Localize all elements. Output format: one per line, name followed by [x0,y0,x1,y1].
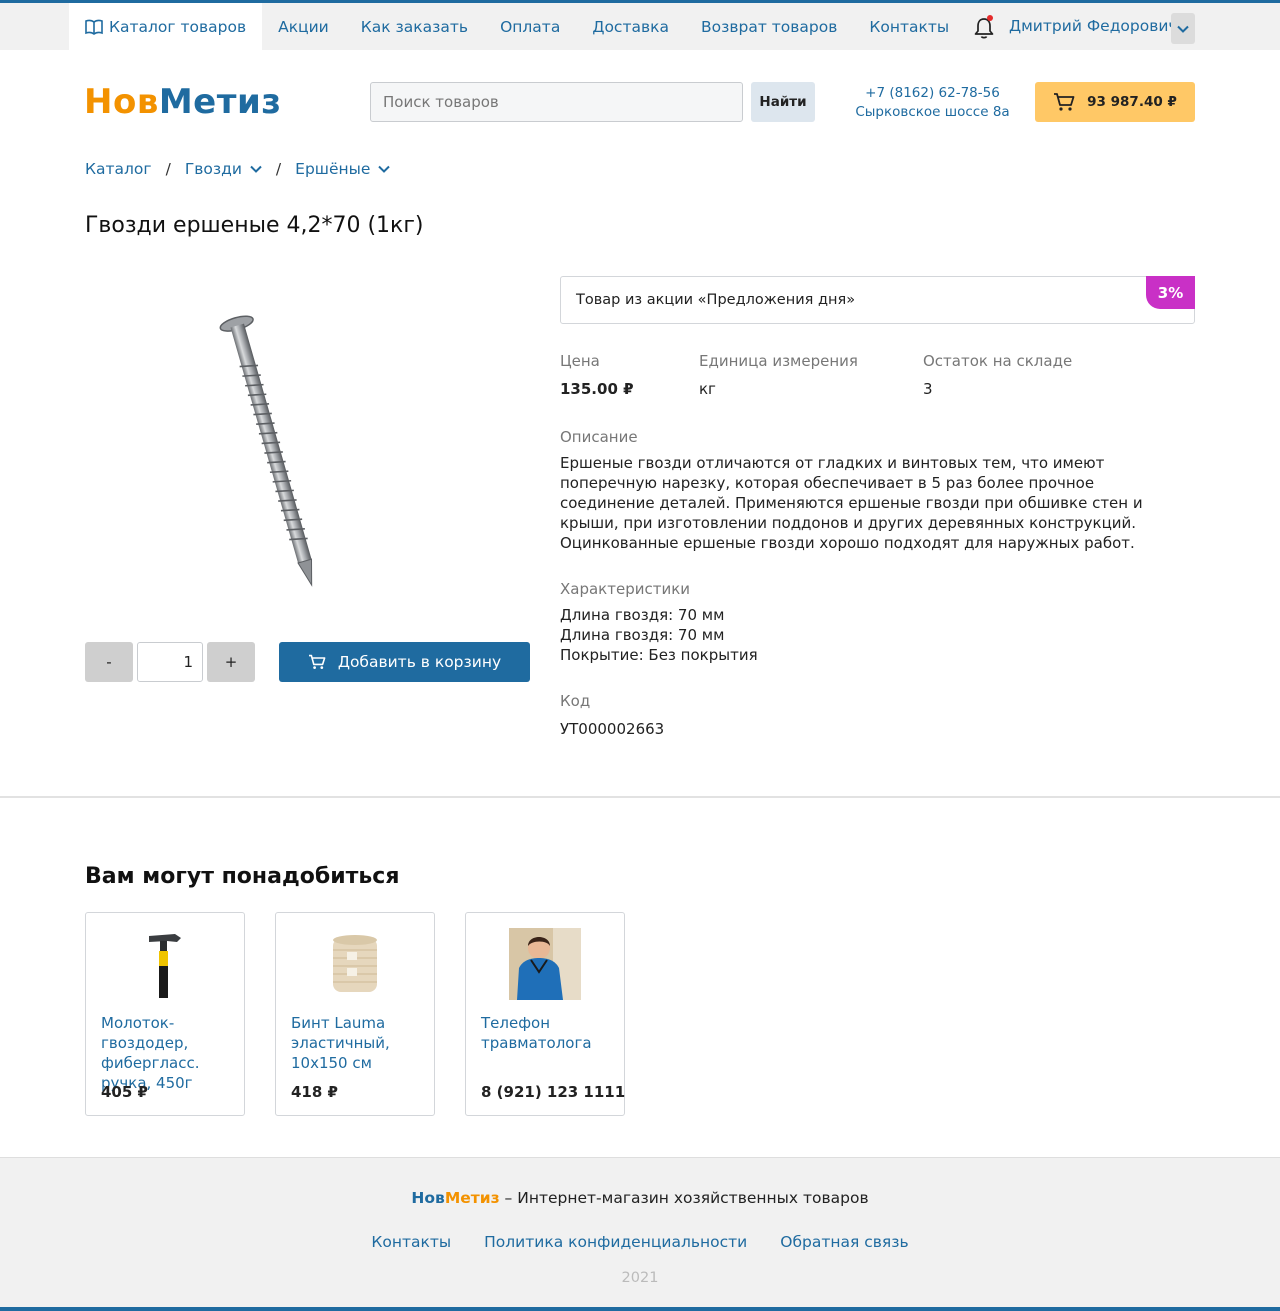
qty-decrement-button[interactable]: - [85,642,133,682]
main-nav: Каталог товаров Акции Как заказать Оплат… [69,3,965,50]
footer-links: Контакты Политика конфиденциальности Обр… [0,1233,1280,1251]
nav-delivery[interactable]: Доставка [576,3,685,50]
logo-part-2: Метиз [158,82,282,122]
phone-number[interactable]: +7 (8162) 62-78-56 [845,84,1020,103]
nav-returns[interactable]: Возврат товаров [685,3,853,50]
hammer-image [149,934,181,998]
related-item-phone: 8 (921) 123 1111 [481,1083,626,1101]
spec-item: Длина гвоздя: 70 мм [560,626,725,644]
chevron-down-icon [378,165,391,173]
spec-item: Покрытие: Без покрытия [560,646,758,664]
chevron-down-icon [250,165,262,173]
related-card-traumatologist[interactable]: Телефон травматолога 8 (921) 123 1111 [465,912,625,1116]
breadcrumb-separator: / [165,160,171,178]
description-text: Ершеные гвозди отличаются от гладких и в… [560,454,1143,552]
breadcrumb-nails[interactable]: Гвозди [185,160,262,178]
price-value: 135.00 ₽ [560,380,634,398]
related-item-price: 405 ₽ [101,1083,148,1101]
logo-part-1: Нов [84,82,159,122]
search-button[interactable]: Найти [751,82,815,122]
code-label: Код [560,692,591,710]
search-input[interactable] [370,82,743,122]
footer-link-contacts[interactable]: Контакты [371,1233,451,1251]
stock-value: 3 [923,380,933,398]
book-icon [85,19,103,35]
nav-how-to-order[interactable]: Как заказать [345,3,484,50]
nav-catalog-label: Каталог товаров [109,17,247,36]
bandage-image [333,935,377,992]
related-card-bandage[interactable]: Бинт Lauma эластичный, 10х150 см 418 ₽ [275,912,435,1116]
related-item-price: 418 ₽ [291,1083,338,1101]
nav-contacts[interactable]: Контакты [853,3,965,50]
cart-total: 93 987.40 ₽ [1087,94,1177,110]
breadcrumb-nails-label: Гвозди [184,160,242,178]
footer: НовМетиз – Интернет-магазин хозяйственны… [0,1157,1280,1311]
header-contacts: +7 (8162) 62-78-56 Сырковское шоссе 8а [845,84,1020,122]
quantity-input[interactable] [137,642,203,682]
description-label: Описание [560,428,638,446]
related-item-name[interactable]: Телефон травматолога [481,1013,616,1053]
footer-bottom-bar [0,1307,1280,1311]
promo-text: Товар из акции «Предложения дня» [576,292,856,308]
cart-icon [1054,93,1075,111]
promo-banner[interactable]: Товар из акции «Предложения дня» 3% [560,276,1195,324]
footer-link-privacy[interactable]: Политика конфиденциальности [484,1233,747,1251]
footer-tagline-text: – Интернет-магазин хозяйственных товаров [499,1189,869,1207]
doctor-photo [509,928,581,1000]
breadcrumb-ringed-label: Ершёные [295,160,371,178]
price-label: Цена [560,352,600,370]
breadcrumb-ringed[interactable]: Ершёные [295,160,391,178]
site-logo[interactable]: НовМетиз [84,82,282,122]
page-title: Гвозди ершеные 4,2*70 (1кг) [85,213,424,238]
nav-payment[interactable]: Оплата [484,3,576,50]
related-title: Вам могут понадобиться [85,864,400,889]
footer-tagline: НовМетиз – Интернет-магазин хозяйственны… [0,1189,1280,1207]
breadcrumb: Каталог / Гвозди / Ершёные [85,160,391,178]
spec-item: Длина гвоздя: 70 мм [560,606,725,624]
code-value: УТ000002663 [560,720,665,738]
top-nav-bar: Каталог товаров Акции Как заказать Оплат… [0,0,1280,50]
nav-catalog[interactable]: Каталог товаров [69,3,263,50]
notification-dot [987,15,993,21]
add-to-cart-label: Добавить в корзину [337,653,502,671]
unit-label: Единица измерения [699,352,858,370]
footer-year: 2021 [621,1270,659,1286]
specs-label: Характеристики [560,580,691,598]
footer-link-feedback[interactable]: Обратная связь [780,1233,908,1251]
related-card-hammer[interactable]: Молоток-гвоздодер, фибергласс. ручка, 45… [85,912,245,1116]
related-item-name[interactable]: Бинт Lauma эластичный, 10х150 см [291,1013,426,1073]
add-to-cart-button[interactable]: Добавить в корзину [279,642,530,682]
chevron-down-icon [1177,25,1189,33]
product-image [219,315,313,587]
breadcrumb-separator: / [275,160,282,178]
nav-promotions[interactable]: Акции [262,3,345,50]
store-address[interactable]: Сырковское шоссе 8а [845,103,1020,122]
unit-value: кг [699,380,716,398]
cart-icon [308,654,326,669]
footer-logo-part-1: Нов [411,1189,445,1207]
qty-increment-button[interactable]: + [207,642,255,682]
breadcrumb-catalog[interactable]: Каталог [85,160,152,178]
user-name[interactable]: Дмитрий Федорович [1009,17,1178,35]
related-item-name[interactable]: Молоток-гвоздодер, фибергласс. ручка, 45… [101,1013,236,1093]
section-divider [0,796,1280,798]
cart-button[interactable]: 93 987.40 ₽ [1035,82,1195,122]
user-menu-toggle[interactable] [1171,13,1195,44]
stock-label: Остаток на складе [923,352,1073,370]
discount-badge: 3% [1146,276,1195,309]
footer-logo-part-2: Метиз [444,1189,500,1207]
